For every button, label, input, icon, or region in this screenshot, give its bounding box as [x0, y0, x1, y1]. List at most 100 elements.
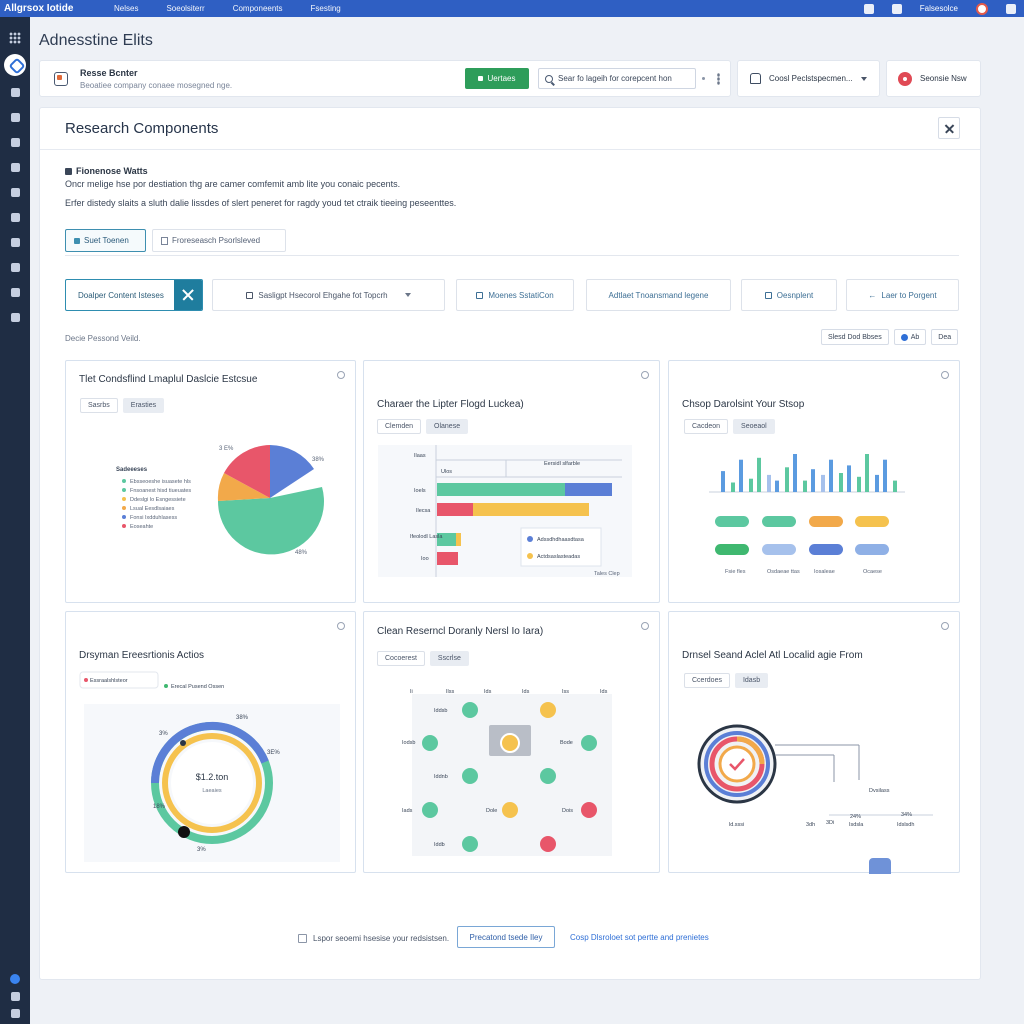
- column-bar[interactable]: [875, 474, 879, 492]
- action-button-3[interactable]: Oesnplent: [741, 279, 837, 311]
- grid-filter-button[interactable]: Ab: [893, 329, 927, 345]
- column-bar[interactable]: [821, 474, 825, 492]
- column-bar[interactable]: [811, 469, 815, 492]
- sidebar-item-bookmark[interactable]: [0, 155, 30, 180]
- column-bar[interactable]: [739, 459, 743, 492]
- sidebar-item-share[interactable]: [0, 105, 30, 130]
- sidebar-item-messages[interactable]: [0, 130, 30, 155]
- checkbox[interactable]: [298, 934, 307, 943]
- status-pill[interactable]: [715, 516, 749, 527]
- clear-filter-icon[interactable]: [174, 280, 202, 310]
- bulb-icon: [10, 188, 20, 197]
- row-label: Iddsb: [434, 708, 447, 714]
- bar[interactable]: [565, 483, 612, 496]
- primary-button[interactable]: Uertaes: [465, 68, 529, 89]
- close-button[interactable]: [938, 117, 960, 139]
- chat-icon[interactable]: [891, 3, 902, 14]
- tab-active[interactable]: Suet Toenen: [65, 229, 146, 252]
- column-bar[interactable]: [893, 480, 897, 492]
- matrix-dot[interactable]: [502, 802, 518, 818]
- nav-item-2[interactable]: Soeolsiterr: [166, 4, 204, 13]
- topic-select[interactable]: Sasligpt Hsecorol Ehgahe fot Topcrh: [212, 279, 445, 311]
- matrix-dot[interactable]: [462, 702, 478, 718]
- action-button-1[interactable]: Moenes SstatiCon: [456, 279, 574, 311]
- column-bar[interactable]: [721, 471, 725, 492]
- status-pill[interactable]: [762, 544, 796, 555]
- column-bar[interactable]: [803, 480, 807, 492]
- sidebar-item-table[interactable]: [0, 205, 30, 230]
- column-bar[interactable]: [731, 482, 735, 493]
- bar[interactable]: [437, 483, 565, 496]
- column-bar[interactable]: [749, 478, 753, 492]
- status-pill[interactable]: [809, 516, 843, 527]
- column-bar[interactable]: [757, 457, 761, 492]
- matrix-dot[interactable]: [422, 802, 438, 818]
- bar[interactable]: [473, 503, 589, 516]
- bar[interactable]: [456, 533, 461, 546]
- sidebar-item-active[interactable]: [0, 50, 30, 80]
- nav-item-1[interactable]: Nelses: [114, 4, 138, 13]
- user-name[interactable]: Falsesolce: [920, 4, 958, 13]
- pct-label: 3%: [197, 847, 206, 853]
- matrix-dot[interactable]: [581, 735, 597, 751]
- column-bar[interactable]: [839, 473, 843, 492]
- bar[interactable]: [437, 552, 458, 565]
- status-pill[interactable]: [809, 544, 843, 555]
- matrix-dot[interactable]: [500, 733, 520, 753]
- search-input[interactable]: Sear fo lageih for corepcent hon: [538, 68, 696, 89]
- consent-checkbox[interactable]: Lspor seoemi hsesise your redsistsen.: [298, 934, 449, 943]
- matrix-dot[interactable]: [540, 702, 556, 718]
- matrix-dot[interactable]: [422, 735, 438, 751]
- matrix-dot[interactable]: [462, 768, 478, 784]
- donut-handle[interactable]: [180, 740, 186, 746]
- matrix-dot[interactable]: [540, 768, 556, 784]
- status-pill[interactable]: [715, 544, 749, 555]
- sidebar-item-inbox[interactable]: [0, 80, 30, 105]
- sidebar-item-ideas[interactable]: [0, 180, 30, 205]
- grid-sort-button[interactable]: Slesd Dod Bbses: [821, 329, 889, 345]
- column-bar[interactable]: [865, 454, 869, 492]
- nav-item-3[interactable]: Componeents: [233, 4, 283, 13]
- tab-secondary[interactable]: Froreseasch Psorlsleved: [152, 229, 286, 252]
- action-button-2[interactable]: Adtlaet Tnoansmand legene: [586, 279, 731, 311]
- brand-logo[interactable]: Allgrsox Iotide: [4, 3, 104, 14]
- account-icon[interactable]: [1006, 3, 1016, 14]
- status-pill[interactable]: [855, 544, 889, 555]
- status-pill[interactable]: [762, 516, 796, 527]
- avatar[interactable]: [976, 2, 988, 15]
- column-bar[interactable]: [775, 480, 779, 492]
- matrix-dot[interactable]: [581, 802, 597, 818]
- action-button-4[interactable]: ← Laer to Porgent: [846, 279, 959, 311]
- status-pill[interactable]: [855, 516, 889, 527]
- column-bar[interactable]: [883, 459, 887, 492]
- more-icon[interactable]: [717, 73, 720, 85]
- column-bar[interactable]: [767, 474, 771, 492]
- sidebar-item-images[interactable]: [0, 255, 30, 280]
- combo-bar[interactable]: [869, 858, 891, 874]
- sidebar-item-edit[interactable]: [0, 305, 30, 330]
- column-bar[interactable]: [857, 476, 861, 492]
- donut-handle[interactable]: [178, 826, 190, 838]
- column-bar[interactable]: [829, 459, 833, 492]
- filter-chip-active[interactable]: Doalper Content Isteses: [65, 279, 203, 311]
- footer-button[interactable]: Precatond tsede Iley: [457, 926, 555, 948]
- sidebar-item-layers[interactable]: [0, 280, 30, 305]
- footer-link[interactable]: Cosp Dlsroloet sot pertte and prenietes: [570, 933, 709, 942]
- sidebar-apps-grid[interactable]: [0, 25, 30, 50]
- grid-view-button[interactable]: Dea: [931, 329, 959, 345]
- matrix-dot[interactable]: [462, 836, 478, 852]
- settings-icon[interactable]: [10, 992, 20, 1001]
- status-icon[interactable]: [10, 974, 20, 984]
- column-bar[interactable]: [793, 454, 797, 492]
- nav-item-4[interactable]: Fsesting: [311, 4, 341, 13]
- column-bar[interactable]: [847, 465, 851, 492]
- pie-slice[interactable]: [270, 445, 314, 498]
- column-bar[interactable]: [785, 467, 789, 492]
- lock-icon[interactable]: [10, 1009, 20, 1018]
- account-button[interactable]: Seonsie Nsw: [886, 60, 981, 97]
- upload-icon[interactable]: [863, 3, 874, 14]
- matrix-dot[interactable]: [540, 836, 556, 852]
- notifications-dropdown[interactable]: Coosl Peclstspecmen...: [737, 60, 880, 97]
- sidebar-item-users[interactable]: [0, 230, 30, 255]
- bar[interactable]: [437, 503, 473, 516]
